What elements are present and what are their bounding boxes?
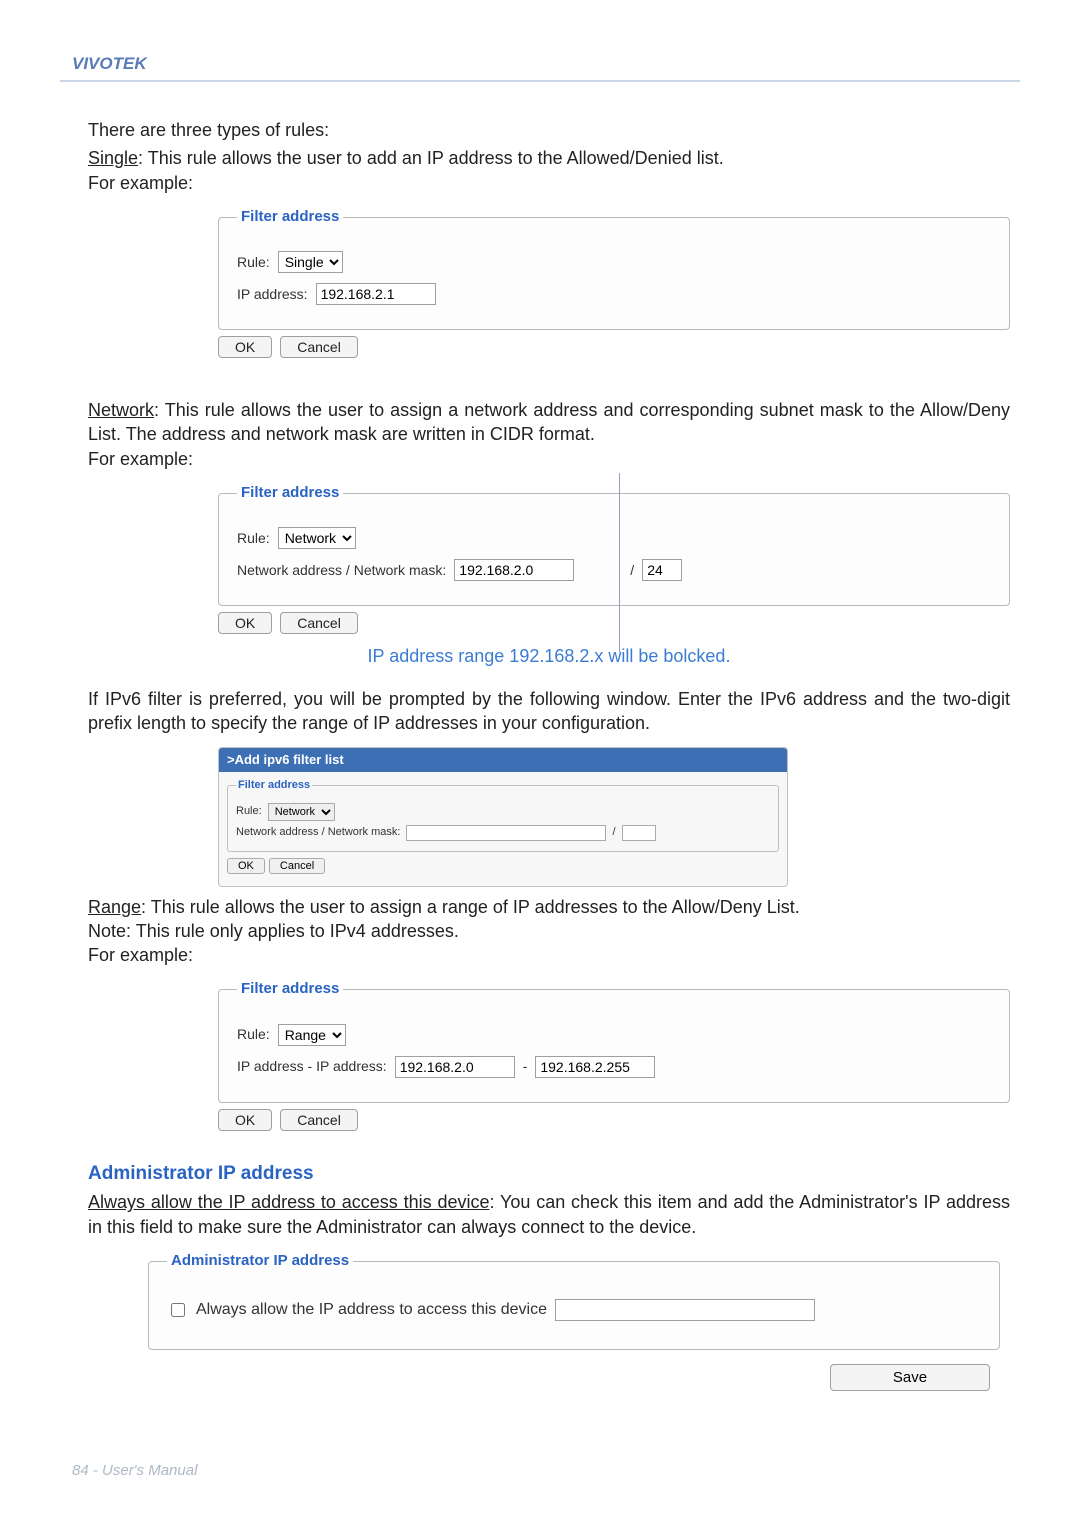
- network-address-input[interactable]: [454, 559, 574, 581]
- rule-label-ipv6: Rule:: [236, 804, 262, 819]
- slash-label: /: [630, 561, 634, 580]
- brand-header: VIVOTEK: [60, 48, 1020, 82]
- save-button[interactable]: Save: [830, 1364, 990, 1391]
- rules-intro: There are three types of rules:: [88, 118, 1010, 142]
- content-area: There are three types of rules: Single: …: [60, 114, 1020, 1422]
- fieldset-legend-1: Filter address: [237, 207, 343, 227]
- ipv6-popup: >Add ipv6 filter list Filter address Rul…: [218, 747, 788, 886]
- ip-range-to-input[interactable]: [535, 1056, 655, 1078]
- ip-range-label: IP address - IP address:: [237, 1057, 387, 1076]
- filter-address-panel-range: Filter address Rule: Range IP address - …: [218, 979, 1010, 1102]
- ip-address-input-single[interactable]: [316, 283, 436, 305]
- fieldset-legend-3: Filter address: [237, 979, 343, 999]
- rule-select-range[interactable]: Range: [278, 1024, 346, 1046]
- rule-single-desc: : This rule allows the user to add an IP…: [138, 148, 724, 168]
- cancel-button-3[interactable]: Cancel: [280, 1109, 358, 1131]
- cancel-button-2[interactable]: Cancel: [280, 612, 358, 634]
- rule-network-desc: : This rule allows the user to assign a …: [88, 400, 1010, 444]
- admin-ip-input[interactable]: [555, 1299, 815, 1321]
- cancel-button-1[interactable]: Cancel: [280, 336, 358, 358]
- rule-select-network[interactable]: Network: [278, 527, 356, 549]
- for-example-1: For example:: [88, 173, 193, 193]
- ok-button-ipv6[interactable]: OK: [227, 858, 265, 874]
- ipv6-mask-input[interactable]: [622, 825, 656, 841]
- ok-button-2[interactable]: OK: [218, 612, 272, 634]
- network-mask-label: Network address / Network mask:: [237, 561, 446, 580]
- filter-address-panel-network: Filter address Rule: Network Network add…: [218, 483, 1010, 606]
- for-example-3: For example:: [88, 945, 193, 965]
- rule-network-label: Network: [88, 400, 154, 420]
- filter-address-panel-single: Filter address Rule: Single IP address:: [218, 207, 1010, 330]
- always-allow-checkbox[interactable]: [171, 1303, 185, 1317]
- admin-ip-heading: Administrator IP address: [88, 1161, 1010, 1187]
- ip-address-label: IP address:: [237, 285, 308, 304]
- page-footer: 84 - User's Manual: [60, 1422, 1020, 1479]
- admin-strong: Always allow the IP address to access th…: [88, 1192, 489, 1212]
- rule-range-label: Range: [88, 897, 141, 917]
- rule-range-note: Note: This rule only applies to IPv4 add…: [88, 921, 459, 941]
- fieldset-legend-ipv6: Filter address: [236, 778, 312, 793]
- blocked-range-callout: IP address range 192.168.2.x will be bol…: [88, 644, 1010, 668]
- dash-label: -: [523, 1057, 528, 1076]
- rule-label: Rule:: [237, 253, 270, 272]
- fieldset-legend-2: Filter address: [237, 483, 343, 503]
- rule-label-2: Rule:: [237, 529, 270, 548]
- network-mask-label-ipv6: Network address / Network mask:: [236, 825, 400, 840]
- always-allow-label: Always allow the IP address to access th…: [196, 1299, 547, 1321]
- rule-single-label: Single: [88, 148, 138, 168]
- ok-button-3[interactable]: OK: [218, 1109, 272, 1131]
- ipv6-filter-fieldset: Filter address Rule: Network Network add…: [227, 778, 779, 852]
- slash-label-ipv6: /: [612, 825, 615, 840]
- ipv6-popup-title: >Add ipv6 filter list: [219, 748, 787, 772]
- cancel-button-ipv6[interactable]: Cancel: [269, 858, 325, 874]
- ipv6-intro: If IPv6 filter is preferred, you will be…: [88, 687, 1010, 736]
- ip-range-from-input[interactable]: [395, 1056, 515, 1078]
- rule-label-3: Rule:: [237, 1025, 270, 1044]
- for-example-2: For example:: [88, 449, 193, 469]
- rule-range-desc: : This rule allows the user to assign a …: [141, 897, 800, 917]
- admin-ip-panel: Administrator IP address Always allow th…: [148, 1251, 1000, 1350]
- ok-button-1[interactable]: OK: [218, 336, 272, 358]
- rule-select-single[interactable]: Single: [278, 251, 343, 273]
- ipv6-address-input[interactable]: [406, 825, 606, 841]
- rule-select-ipv6[interactable]: Network: [268, 803, 335, 821]
- admin-ip-legend: Administrator IP address: [167, 1251, 353, 1271]
- network-mask-input[interactable]: [642, 559, 682, 581]
